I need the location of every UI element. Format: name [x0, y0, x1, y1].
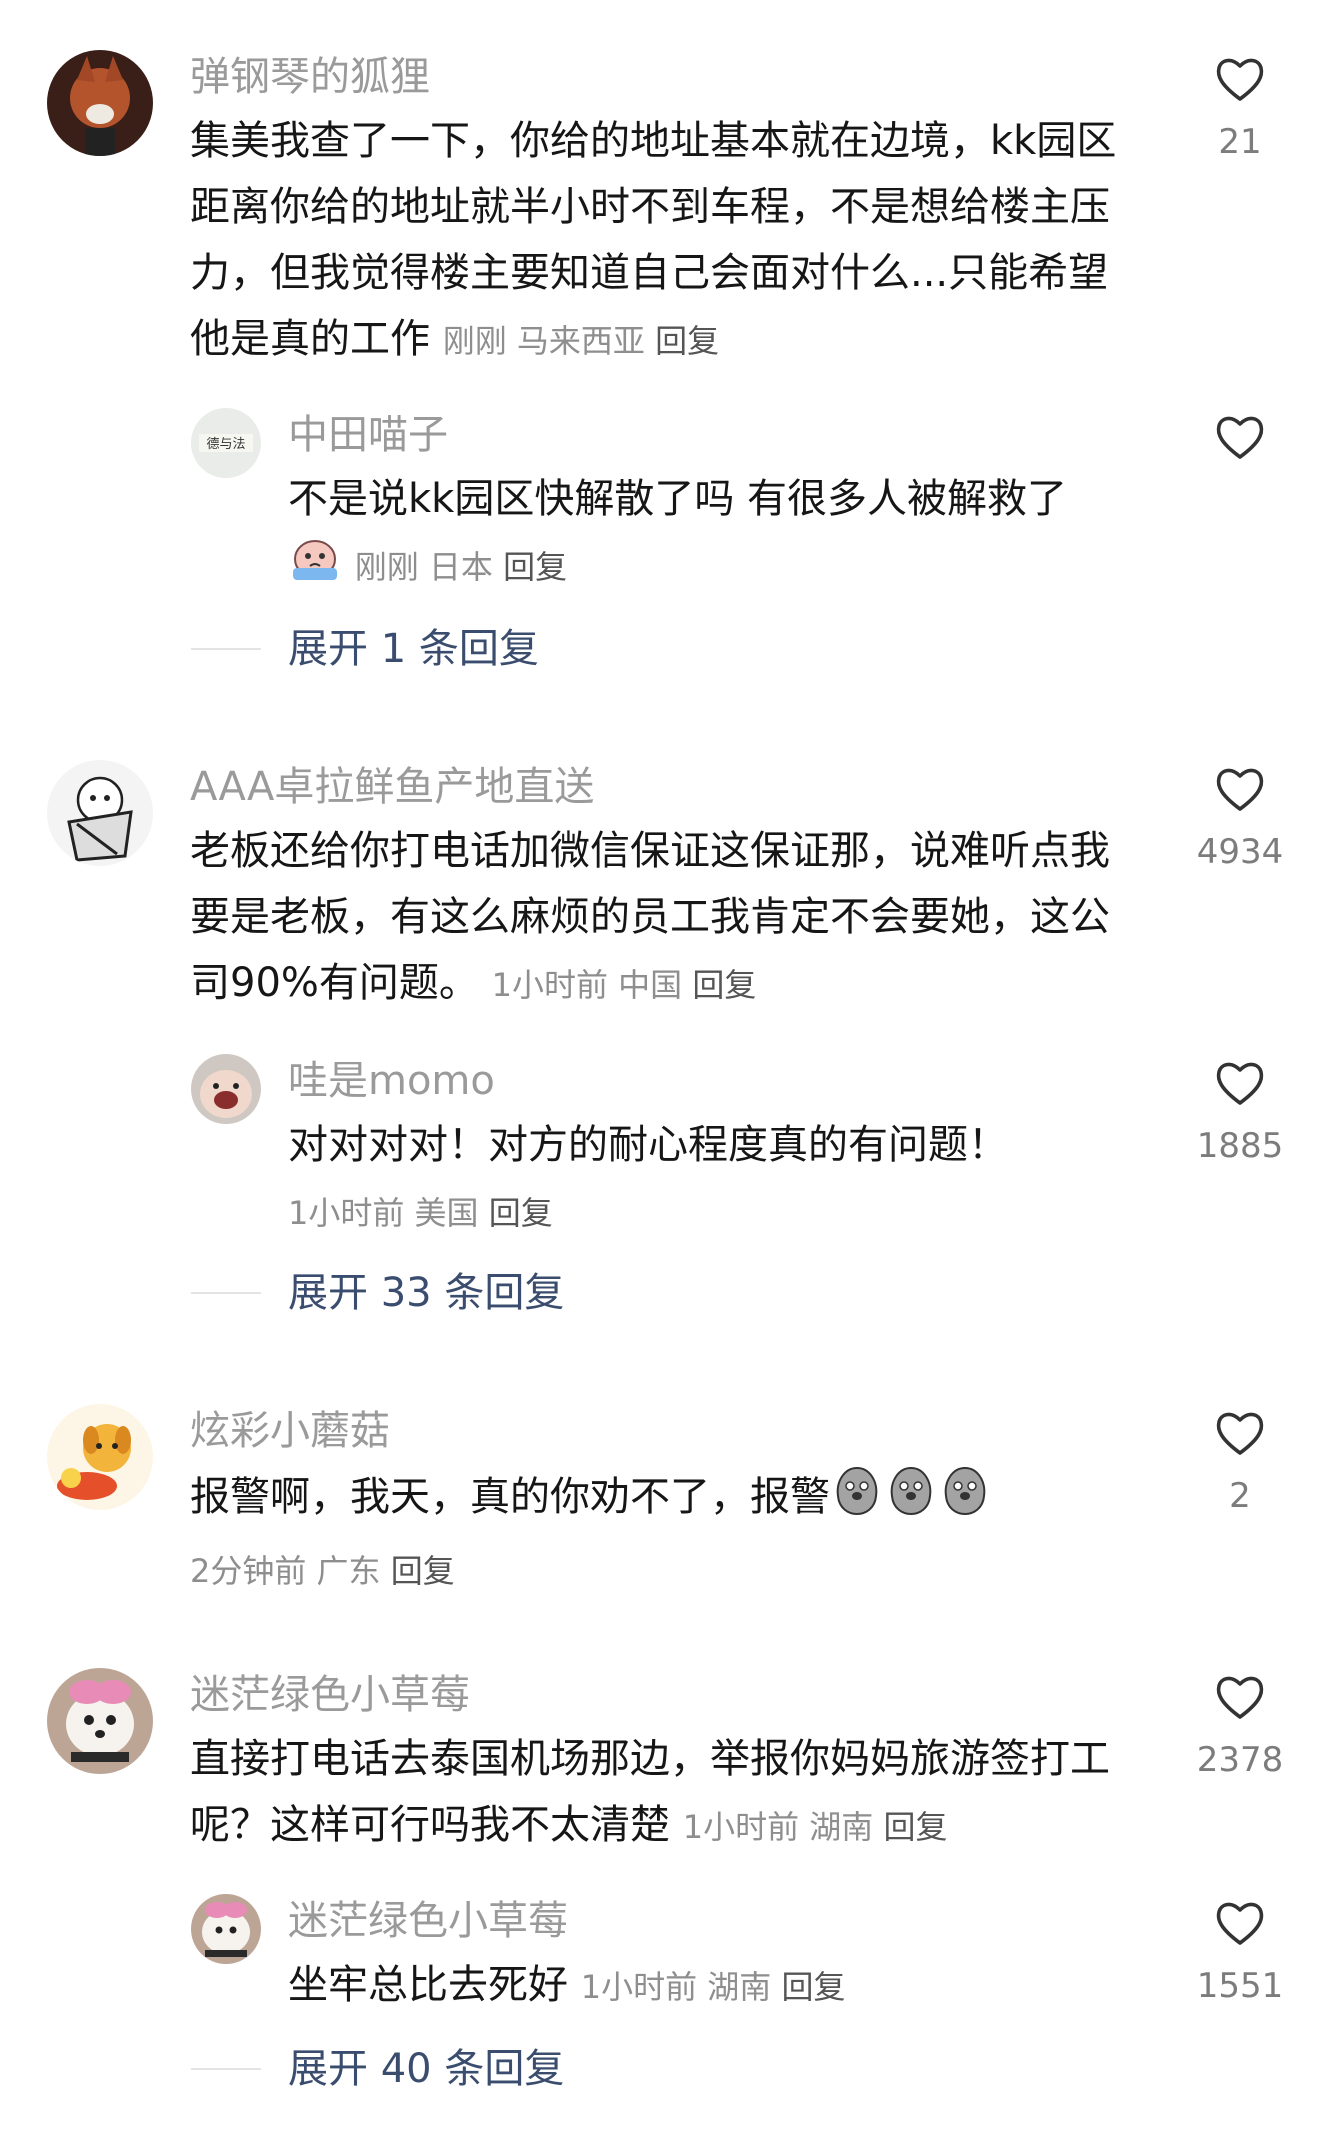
comment-line: 报警啊，我天，真的你劝不了，报警 — [190, 1474, 830, 1520]
reply-text: 对对对对！对方的耐心程度真的有问题！ 1小时前 美国 回复 — [288, 1112, 1008, 1246]
like-count: 21 — [1218, 122, 1262, 162]
divider-line — [191, 648, 261, 650]
comment-line: 力，但我觉得楼主要知道自己会面对什么...只能希望 — [190, 250, 1109, 296]
avatar[interactable] — [47, 50, 153, 156]
reply-location: 美国 — [414, 1194, 479, 1232]
divider-line — [191, 2068, 261, 2070]
like-button[interactable] — [1213, 1406, 1267, 1460]
comment-line: 要是老板，有这么麻烦的员工我肯定不会要她，这公 — [190, 894, 1110, 940]
comment-time: 刚刚 — [442, 322, 507, 360]
comment-text: 直接打电话去泰国机场那边，举报你妈妈旅游签打工 呢？这样可行吗我不太清楚 1小时… — [190, 1726, 1110, 1860]
reply-text: 坐牢总比去死好 1小时前 湖南 回复 — [288, 1952, 845, 2020]
comment-line-with-emoji: 报警啊，我天，真的你劝不了，报警 — [190, 1462, 992, 1536]
like-count: 2378 — [1196, 1740, 1284, 1780]
comment-meta: 2分钟前 广东 回复 — [190, 1552, 455, 1590]
heart-outline-icon — [1213, 1896, 1267, 1950]
like-button[interactable] — [1213, 1670, 1267, 1724]
crying-emoji-icon — [288, 532, 342, 602]
reply-time: 1小时前 — [580, 1968, 698, 2006]
comment-line-last: 呢？这样可行吗我不太清楚 1小时前 湖南 回复 — [190, 1792, 1110, 1860]
avatar[interactable]: 德与法 — [191, 408, 261, 478]
avatar[interactable] — [47, 760, 153, 866]
like-count: 1885 — [1196, 1126, 1284, 1166]
like-button[interactable] — [1213, 1896, 1267, 1950]
reply-button[interactable]: 回复 — [692, 966, 756, 1004]
comment-username[interactable]: 迷茫绿色小草莓 — [190, 1670, 470, 1720]
expand-replies-button[interactable]: 展开 40 条回复 — [288, 2044, 564, 2094]
comment-location: 马来西亚 — [516, 322, 645, 360]
comment-line: 他是真的工作 — [190, 316, 430, 362]
reply-meta: 刚刚 日本 回复 — [355, 548, 567, 586]
comment-line-last: 他是真的工作 刚刚 马来西亚 回复 — [190, 306, 1116, 374]
heart-outline-icon — [1213, 1670, 1267, 1724]
pigeon-emoji-icon — [830, 1462, 992, 1536]
comment-line-last: 司90%有问题。 1小时前 中国 回复 — [190, 950, 1110, 1018]
comment-line: 距离你给的地址就半小时不到车程，不是想给楼主压 — [190, 184, 1110, 230]
divider-line — [191, 1292, 261, 1294]
reply-username[interactable]: 中田喵子 — [288, 410, 448, 460]
comment-time: 1小时前 — [682, 1808, 800, 1846]
svg-text:德与法: 德与法 — [206, 437, 245, 452]
comment-meta: 刚刚 马来西亚 回复 — [443, 322, 719, 360]
comment-line: 集美我查了一下，你给的地址基本就在边境，kk园区 — [190, 118, 1117, 164]
heart-outline-icon — [1213, 1056, 1267, 1110]
comment-text: 老板还给你打电话加微信保证这保证那，说难听点我 要是老板，有这么麻烦的员工我肯定… — [190, 818, 1110, 1018]
heart-outline-icon — [1213, 410, 1267, 464]
comment-line: 直接打电话去泰国机场那边，举报你妈妈旅游签打工 — [190, 1736, 1110, 1782]
avatar[interactable] — [47, 1668, 153, 1774]
reply-text: 不是说kk园区快解散了吗 有很多人被解救了 刚刚 日本 回复 — [288, 466, 1067, 602]
comment-location: 湖南 — [809, 1808, 874, 1846]
comment-meta: 1小时前 湖南 回复 — [683, 1808, 948, 1846]
expand-replies-button[interactable]: 展开 1 条回复 — [288, 624, 539, 674]
reply-line: 坐牢总比去死好 — [288, 1962, 568, 2008]
comment-text: 报警啊，我天，真的你劝不了，报警 2分钟前 广东 回复 — [190, 1462, 992, 1604]
reply-button[interactable]: 回复 — [391, 1552, 455, 1590]
reply-username[interactable]: 迷茫绿色小草莓 — [288, 1896, 568, 1946]
like-button[interactable] — [1213, 410, 1267, 464]
comment-text: 集美我查了一下，你给的地址基本就在边境，kk园区 距离你给的地址就半小时不到车程… — [190, 108, 1116, 374]
comment-username[interactable]: AAA卓拉鲜鱼产地直送 — [190, 762, 594, 812]
comment-time: 1小时前 — [491, 966, 608, 1004]
like-count: 1551 — [1196, 1966, 1284, 2006]
reply-time: 刚刚 — [354, 548, 419, 586]
reply-button[interactable]: 回复 — [655, 322, 719, 360]
heart-outline-icon — [1213, 762, 1267, 816]
heart-outline-icon — [1213, 1406, 1267, 1460]
comment-meta: 1小时前 中国 回复 — [492, 966, 757, 1004]
avatar[interactable] — [191, 1894, 261, 1964]
avatar[interactable] — [47, 1404, 153, 1510]
reply-line: 不是说kk园区快解散了吗 有很多人被解救了 — [288, 476, 1068, 522]
comment-line: 司90%有问题。 — [190, 960, 479, 1006]
comment-username[interactable]: 炫彩小蘑菇 — [190, 1406, 390, 1456]
comment-meta-line: 2分钟前 广东 回复 — [190, 1536, 992, 1604]
comment-line: 老板还给你打电话加微信保证这保证那，说难听点我 — [190, 828, 1110, 874]
reply-meta: 1小时前 湖南 回复 — [581, 1968, 846, 2006]
like-button[interactable] — [1213, 762, 1267, 816]
reply-time: 1小时前 — [288, 1194, 405, 1232]
comment-line: 呢？这样可行吗我不太清楚 — [190, 1802, 670, 1848]
reply-button[interactable]: 回复 — [781, 1968, 845, 2006]
comment-username[interactable]: 弹钢琴的狐狸 — [190, 52, 430, 102]
reply-button[interactable]: 回复 — [489, 1194, 553, 1232]
reply-meta-line: 1小时前 美国 回复 — [288, 1178, 1008, 1246]
like-button[interactable] — [1213, 52, 1267, 106]
comment-location: 中国 — [618, 966, 683, 1004]
reply-button[interactable]: 回复 — [503, 548, 567, 586]
reply-location: 日本 — [428, 548, 493, 586]
like-count: 2 — [1229, 1476, 1251, 1516]
heart-outline-icon — [1213, 52, 1267, 106]
reply-location: 湖南 — [707, 1968, 772, 2006]
reply-meta: 1小时前 美国 回复 — [288, 1194, 553, 1232]
reply-button[interactable]: 回复 — [883, 1808, 947, 1846]
avatar[interactable] — [191, 1054, 261, 1124]
reply-username[interactable]: 哇是momo — [288, 1056, 495, 1106]
reply-meta-line: 刚刚 日本 回复 — [288, 532, 1067, 602]
reply-line: 对对对对！对方的耐心程度真的有问题！ — [288, 1122, 1008, 1168]
comment-location: 广东 — [316, 1552, 381, 1590]
expand-replies-button[interactable]: 展开 33 条回复 — [288, 1268, 564, 1318]
like-button[interactable] — [1213, 1056, 1267, 1110]
comment-time: 2分钟前 — [190, 1552, 307, 1590]
like-count: 4934 — [1196, 832, 1284, 872]
reply-line-last: 坐牢总比去死好 1小时前 湖南 回复 — [288, 1952, 845, 2020]
